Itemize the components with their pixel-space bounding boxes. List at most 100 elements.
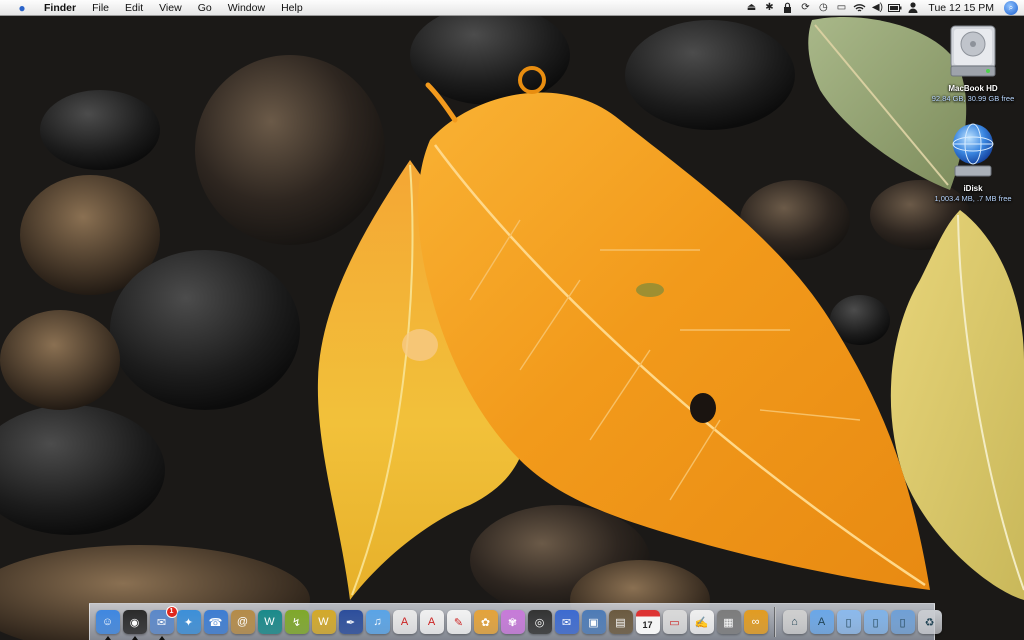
menu-help[interactable]: Help	[273, 0, 311, 16]
desktop-icon-subtitle: 92.84 GB, 30.99 GB free	[931, 94, 1015, 103]
bridge-icon: ∞	[751, 616, 760, 628]
menu-view[interactable]: View	[151, 0, 190, 16]
dock-item-ical[interactable]: 17	[635, 610, 660, 634]
notes-icon: ✍	[694, 616, 709, 629]
hard-drive-icon	[948, 22, 998, 80]
ical-day-label: 17	[642, 620, 653, 630]
dock-apps: ☺ ◉ ✉ 1 ✦ ☎ @ W ↯ W ✒ ♫ A A ✎ ✿ ✾ ◎ ✉ ▣ ▤ 17 ▭ ✍ ▦ ∞	[94, 606, 769, 640]
dock-item-applications-folder[interactable]: A	[809, 610, 834, 634]
flower-app-icon: ✿	[480, 616, 491, 629]
screen-icon[interactable]: ▭	[832, 0, 850, 16]
dock-item-address-book[interactable]: @	[230, 610, 255, 634]
itunes-icon: ♫	[373, 616, 382, 628]
fireworks-icon: W	[318, 616, 329, 628]
running-indicator	[131, 636, 138, 640]
sync-icon[interactable]: ⟳	[796, 0, 814, 16]
calculator-icon: ▦	[723, 616, 734, 629]
dock-item-fireworks[interactable]: W	[311, 610, 336, 634]
dock-item-ichat[interactable]: ☎	[203, 610, 228, 634]
dock-item-iphoto[interactable]: ▣	[581, 610, 606, 634]
menu-bar-left: ● Finder File Edit View Go Window Help	[0, 0, 311, 15]
apple-icon[interactable]: ●	[0, 1, 36, 15]
home-folder-icon: ⌂	[791, 616, 798, 628]
dock-item-pictures-folder[interactable]: ▯	[890, 610, 915, 634]
dock: ☺ ◉ ✉ 1 ✦ ☎ @ W ↯ W ✒ ♫ A A ✎ ✿ ✾ ◎ ✉ ▣ ▤ 17 ▭ ✍ ▦ ∞ ⌂ A ▯ ▯ ▯ ♻	[89, 603, 942, 640]
dock-item-photos[interactable]: ▤	[608, 610, 633, 634]
dock-item-orchid-app[interactable]: ✾	[500, 610, 525, 634]
menu-finder[interactable]: Finder	[36, 0, 84, 16]
dock-stacks: ⌂ A ▯ ▯ ▯ ♻	[781, 610, 943, 634]
flash-icon: ↯	[291, 616, 302, 629]
address-book-icon: @	[236, 616, 249, 628]
dock-item-scanner[interactable]: ▭	[662, 610, 687, 634]
dock-item-trash[interactable]: ♻	[917, 610, 942, 634]
dock-item-documents-folder[interactable]: ▯	[836, 610, 861, 634]
desktop-icon-label: MacBook HD	[948, 84, 998, 93]
desktop-icon-label: iDisk	[963, 184, 983, 193]
running-indicator	[158, 636, 165, 640]
dock-item-notes[interactable]: ✍	[689, 610, 714, 634]
dock-item-mail[interactable]: ✉ 1	[149, 606, 178, 640]
safari-icon: ✦	[183, 616, 194, 629]
dock-item-dashboard[interactable]: ◉	[122, 610, 147, 640]
illustrator-feather-icon: ✎	[453, 616, 464, 629]
dock-item-calculator[interactable]: ▦	[716, 610, 741, 634]
acrobat-icon: A	[400, 616, 409, 628]
battery-icon[interactable]	[886, 0, 904, 16]
downloads-folder-icon: ▯	[872, 616, 879, 629]
dock-item-itunes[interactable]: ♫	[365, 610, 390, 634]
dock-item-pen-tool[interactable]: ✒	[338, 610, 363, 634]
menu-window[interactable]: Window	[220, 0, 273, 16]
dock-item-acrobat[interactable]: A	[392, 610, 417, 634]
idisk-globe-icon	[949, 122, 997, 180]
lock-icon[interactable]	[778, 0, 796, 16]
menu-edit[interactable]: Edit	[117, 0, 151, 16]
wifi-icon[interactable]	[850, 0, 868, 16]
finder-icon: ☺	[101, 616, 114, 628]
menu-extras: ⏏ ✱ ⟳ ◷ ▭ ◀) Tue 12 15 PM ⌕	[742, 0, 1024, 15]
dock-item-home-folder[interactable]: ⌂	[782, 610, 807, 634]
acrobat-reader-icon: A	[427, 616, 436, 628]
dock-item-illustrator-feather[interactable]: ✎	[446, 610, 471, 634]
scanner-icon: ▭	[669, 616, 680, 629]
photos-icon: ▤	[615, 616, 626, 629]
menu-bar: ● Finder File Edit View Go Window Help ⏏…	[0, 0, 1024, 16]
dock-item-finder[interactable]: ☺	[95, 610, 120, 640]
menu-clock[interactable]: Tue 12 15 PM	[922, 2, 1004, 14]
ichat-icon: ☎	[208, 616, 223, 629]
desktop-icon-macbook-hd[interactable]: MacBook HD 92.84 GB, 30.99 GB free	[928, 22, 1018, 103]
dock-separator	[774, 607, 776, 637]
dock-item-bridge[interactable]: ∞	[743, 610, 768, 634]
pen-tool-icon: ✒	[345, 616, 356, 629]
running-indicator	[104, 636, 111, 640]
menu-file[interactable]: File	[84, 0, 117, 16]
desktop-icon-subtitle: 1,003.4 MB, .7 MB free	[934, 194, 1012, 203]
bluetooth-icon[interactable]: ✱	[760, 0, 778, 16]
desktop-wallpaper	[0, 0, 1024, 640]
dock-item-dreamweaver[interactable]: W	[257, 610, 282, 634]
desktop-icon-idisk[interactable]: iDisk 1,003.4 MB, .7 MB free	[928, 122, 1018, 203]
dock-badge: 1	[165, 606, 178, 618]
iphoto-icon: ▣	[588, 616, 599, 629]
dock-item-preview[interactable]: ✉	[554, 610, 579, 634]
dock-item-flower-app[interactable]: ✿	[473, 610, 498, 634]
dreamweaver-icon: W	[264, 616, 275, 628]
spotlight-search-icon[interactable]: ⌕	[1004, 0, 1018, 15]
pictures-folder-icon: ▯	[899, 616, 906, 629]
dock-item-acrobat-reader[interactable]: A	[419, 610, 444, 634]
volume-icon[interactable]: ◀)	[868, 0, 886, 16]
dock-item-flash[interactable]: ↯	[284, 610, 309, 634]
eject-icon[interactable]: ⏏	[742, 0, 760, 16]
dock-item-safari[interactable]: ✦	[176, 610, 201, 634]
user-icon[interactable]	[904, 0, 922, 16]
desktop: ● Finder File Edit View Go Window Help ⏏…	[0, 0, 1024, 640]
aperture-icon: ◎	[534, 616, 545, 629]
dock-item-downloads-folder[interactable]: ▯	[863, 610, 888, 634]
dashboard-icon: ◉	[129, 616, 140, 629]
trash-icon: ♻	[924, 616, 935, 629]
time-machine-icon[interactable]: ◷	[814, 0, 832, 16]
dock-item-aperture[interactable]: ◎	[527, 610, 552, 634]
documents-folder-icon: ▯	[845, 616, 852, 629]
menu-go[interactable]: Go	[190, 0, 220, 16]
mail-icon: ✉	[156, 616, 167, 629]
